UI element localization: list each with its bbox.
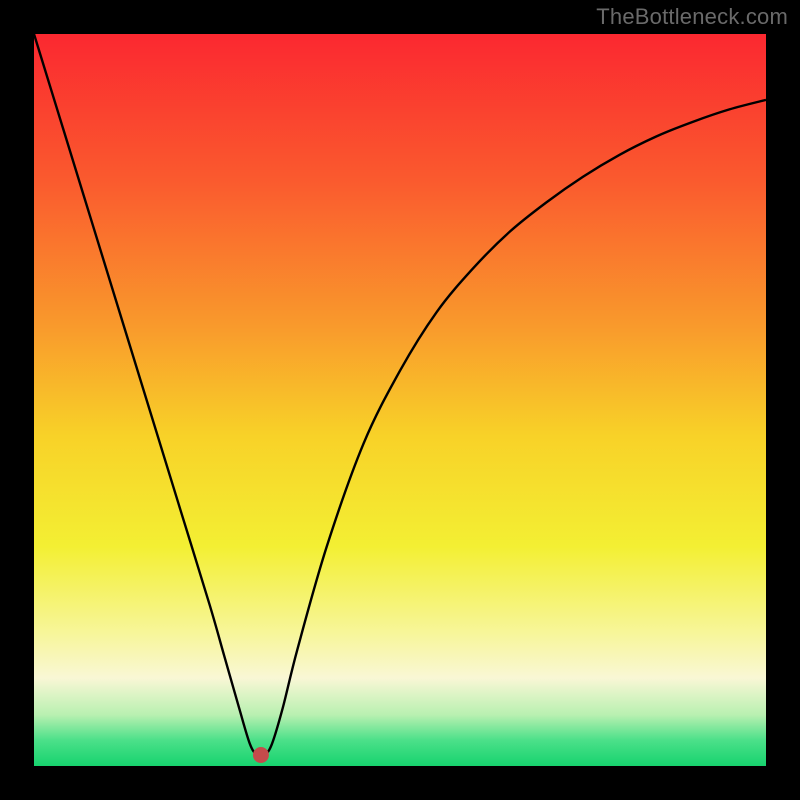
gradient-background bbox=[34, 34, 766, 766]
watermark-text: TheBottleneck.com bbox=[596, 4, 788, 30]
chart-frame: TheBottleneck.com bbox=[0, 0, 800, 800]
plot-area bbox=[34, 34, 766, 766]
optimum-marker bbox=[253, 747, 269, 763]
bottleneck-chart bbox=[34, 34, 766, 766]
